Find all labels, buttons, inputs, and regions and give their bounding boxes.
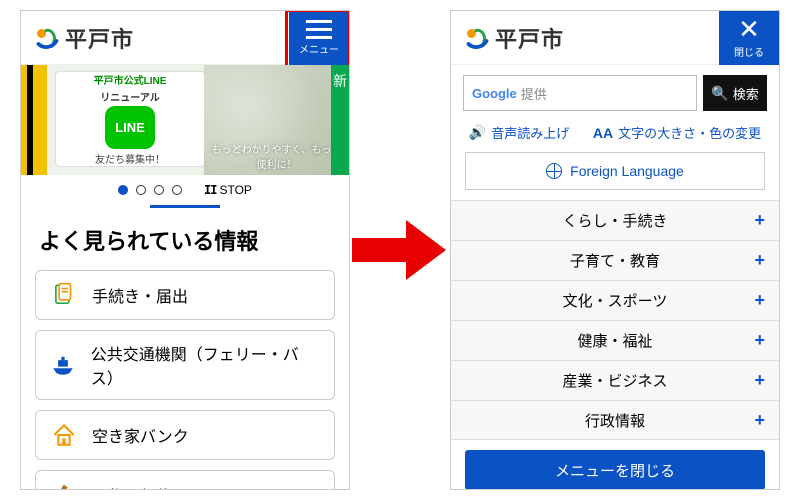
logo-text: 平戸市	[65, 22, 134, 54]
category-item[interactable]: くらし・手続き +	[451, 200, 779, 240]
banner-photo: もっとわかりやすく、もっと便利に！	[204, 65, 349, 175]
text-size-icon: AA	[593, 125, 613, 141]
line-icon: LINE	[105, 106, 155, 149]
search-button[interactable]: 🔍 検索	[703, 75, 767, 111]
search-placeholder: 提供	[521, 84, 547, 103]
close-icon: ✕	[738, 16, 760, 42]
category-label: 産業・ビジネス	[562, 370, 667, 391]
open-menu-button[interactable]: メニュー	[289, 11, 349, 65]
language-label: Foreign Language	[570, 163, 684, 179]
site-logo[interactable]: 平戸市	[31, 22, 134, 54]
search-icon: 🔍	[711, 85, 728, 102]
search-button-label: 検索	[733, 84, 759, 103]
foreign-language-button[interactable]: Foreign Language	[465, 152, 765, 190]
card-bidding[interactable]: 入札・契約	[35, 470, 335, 490]
expand-icon: +	[754, 290, 765, 311]
ship-icon	[50, 351, 77, 379]
sound-icon: 🔊	[469, 124, 486, 141]
expand-icon: +	[754, 370, 765, 391]
site-logo[interactable]: 平戸市	[461, 22, 564, 54]
hamburger-icon	[306, 20, 332, 39]
house-icon	[50, 421, 78, 449]
card-label: 入札・契約	[92, 483, 172, 490]
popular-info-list: 手続き・届出 公共交通機関（フェリー・バス） 空き家バンク 入札・契約	[21, 270, 349, 490]
card-vacant-house[interactable]: 空き家バンク	[35, 410, 335, 460]
carousel-controls: II STOP	[21, 175, 349, 205]
globe-icon	[546, 163, 562, 179]
text-settings-label: 文字の大きさ・色の変更	[618, 123, 761, 142]
close-menu-button[interactable]: ✕ 閉じる	[719, 11, 779, 65]
carousel-dot[interactable]	[154, 185, 164, 195]
category-label: 健康・福祉	[577, 330, 652, 351]
line-sub: リニューアル	[100, 89, 160, 104]
banner-next-peek: 新	[331, 65, 349, 175]
card-transport[interactable]: 公共交通機関（フェリー・バス）	[35, 330, 335, 400]
text-settings-button[interactable]: AA 文字の大きさ・色の変更	[593, 123, 761, 142]
carousel-stop-button[interactable]: II STOP	[204, 183, 252, 197]
hero-banner[interactable]: 平戸市公式LINE リニューアル LINE 友だち募集中！ もっとわかりやすく、…	[21, 65, 349, 175]
logo-mark-icon	[461, 23, 491, 53]
carousel-dot[interactable]	[172, 185, 182, 195]
card-label: 空き家バンク	[92, 423, 189, 447]
close-button-label: 閉じる	[734, 44, 764, 59]
search-row: Google 提供 🔍 検索	[451, 65, 779, 119]
phone-menu-closed: 平戸市 メニュー 平戸市公式LINE リニューアル LINE 友だち募集中！	[20, 10, 350, 490]
google-logo-text: Google	[472, 86, 517, 101]
category-item[interactable]: 健康・福祉 +	[451, 320, 779, 360]
banner-caption: もっとわかりやすく、もっと便利に！	[208, 141, 345, 171]
expand-icon: +	[754, 330, 765, 351]
pause-icon: II	[204, 183, 216, 197]
expand-icon: +	[754, 410, 765, 431]
accessibility-row: 🔊 音声読み上げ AA 文字の大きさ・色の変更	[451, 119, 779, 152]
header: 平戸市 メニュー	[21, 11, 349, 65]
section-underline	[150, 205, 220, 208]
line-cta: 友だち募集中！	[95, 151, 165, 166]
document-icon	[50, 281, 78, 309]
category-label: くらし・手続き	[562, 210, 667, 231]
category-item[interactable]: 文化・スポーツ +	[451, 280, 779, 320]
voice-read-button[interactable]: 🔊 音声読み上げ	[469, 123, 569, 142]
stop-label: STOP	[219, 183, 251, 197]
expand-icon: +	[754, 210, 765, 231]
search-input[interactable]: Google 提供	[463, 75, 697, 111]
carousel-dot[interactable]	[136, 185, 146, 195]
category-label: 文化・スポーツ	[563, 290, 668, 311]
transition-arrow-icon	[352, 220, 448, 280]
line-promo-card: 平戸市公式LINE リニューアル LINE 友だち募集中！	[55, 71, 205, 167]
category-label: 子育て・教育	[570, 250, 660, 271]
category-label: 行政情報	[585, 410, 645, 431]
phone-menu-open: 平戸市 ✕ 閉じる Google 提供 🔍 検索 🔊 音声読み上げ	[450, 10, 780, 490]
category-list: くらし・手続き + 子育て・教育 + 文化・スポーツ + 健康・福祉 + 産業・ビジネス…	[451, 200, 779, 440]
close-menu-bar-button[interactable]: メニューを閉じる	[465, 450, 765, 490]
header: 平戸市 ✕ 閉じる	[451, 11, 779, 65]
logo-text: 平戸市	[495, 22, 564, 54]
menu-button-label: メニュー	[299, 41, 339, 56]
line-title: 平戸市公式LINE	[94, 72, 167, 87]
category-item[interactable]: 産業・ビジネス +	[451, 360, 779, 400]
banner-prev-peek	[21, 65, 47, 175]
category-item[interactable]: 子育て・教育 +	[451, 240, 779, 280]
popular-info-heading: よく見られている情報	[21, 216, 349, 270]
expand-icon: +	[754, 250, 765, 271]
voice-label: 音声読み上げ	[491, 123, 569, 142]
logo-mark-icon	[31, 23, 61, 53]
card-label: 手続き・届出	[92, 283, 188, 307]
carousel-dot[interactable]	[118, 185, 128, 195]
category-item[interactable]: 行政情報 +	[451, 400, 779, 440]
gavel-icon	[50, 481, 78, 490]
close-menu-label: メニューを閉じる	[555, 460, 675, 481]
card-procedures[interactable]: 手続き・届出	[35, 270, 335, 320]
card-label: 公共交通機関（フェリー・バス）	[91, 341, 320, 389]
